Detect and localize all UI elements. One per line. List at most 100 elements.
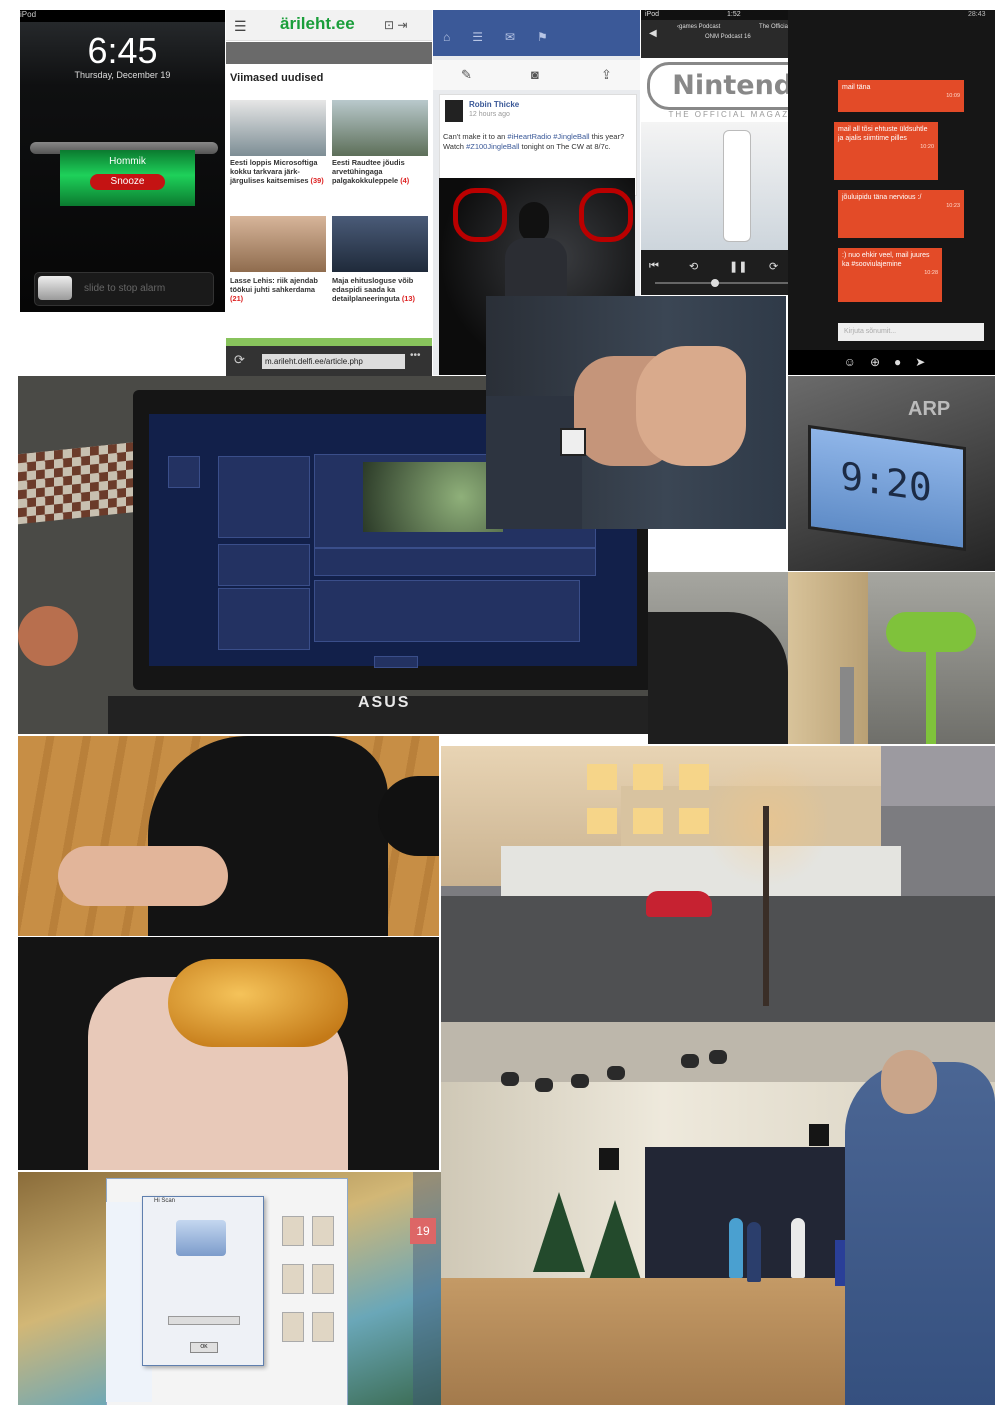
article-thumbnail[interactable] [332,100,428,156]
header-icons[interactable]: ⊡ ⇥ [384,18,407,32]
device-label: iPod [20,10,37,19]
options-panel [218,588,310,650]
chat-screenshot: 28:43 mail täna 10:09 mail all tõsi ehtu… [788,10,995,375]
post-hashtags[interactable]: #iHeartRadio #JingleBall [507,132,589,141]
sleeve-cuff [486,396,582,529]
chat-bubble[interactable]: mail täna 10:09 [838,80,964,112]
pause-icon[interactable]: ❚❚ [729,260,747,273]
app-button[interactable] [374,656,418,668]
person [729,1218,743,1278]
article-thumbnail[interactable] [332,216,428,272]
refresh-icon[interactable]: ⟳ [234,352,245,368]
file-thumbnail[interactable] [282,1216,304,1246]
top-banner [226,42,432,64]
rewind-icon[interactable]: ⟲ [689,260,698,273]
back-arrow-icon[interactable]: ◀ [649,28,657,39]
post-text-end: tonight on The CW at 8/7c. [519,142,611,151]
red-car [646,891,712,917]
message-time: 10:28 [924,270,938,276]
progress-thumb[interactable] [711,279,719,287]
url-field[interactable]: m.arileht.delfi.ee/article.php [262,354,405,369]
section-title: Viimased uudised [230,72,324,84]
speaker [809,1124,829,1146]
file-thumbnail[interactable] [312,1312,334,1342]
comment-count: (21) [230,294,244,303]
snooze-button[interactable]: Snooze [90,174,165,190]
message-time: 10:20 [920,144,934,150]
checkerboard [18,441,138,525]
file-thumbnail[interactable] [312,1264,334,1294]
fist-bump-photo [486,296,786,529]
attach-icon[interactable]: ⊕ [870,355,894,369]
right-fist [636,346,746,466]
slider-knob-arrow-icon[interactable] [38,276,72,300]
file-thumbnail[interactable] [282,1312,304,1342]
calendar-gadget[interactable]: 19 [410,1218,436,1244]
speaker [599,1148,619,1170]
news-logo[interactable]: ärileht.ee [280,14,355,34]
stage-light [535,1078,553,1092]
wood-block [788,572,868,744]
lit-window [633,764,663,790]
fb-nav-icons[interactable]: ⌂☰✉⚑ [443,30,570,44]
performer-head [519,202,549,242]
app-icon-panel [168,456,200,488]
article-thumbnail[interactable] [230,216,326,272]
person [747,1222,761,1282]
gadget-sidebar [413,1172,441,1405]
laptop-brand: ASUS [358,694,411,711]
clock-brand: ARP [908,398,951,420]
article-title[interactable]: Eesti Raudtee jõudis arvetühingaga palga… [332,158,428,185]
tab-games-podcast[interactable]: ‹games Podcast [677,24,720,30]
previous-icon[interactable]: ⏮ [649,260,659,273]
chat-bubble[interactable]: jõuluipidu täna nervious :/ 10:23 [838,190,964,238]
mic-icon[interactable]: ● [894,355,915,369]
post-hashtag[interactable]: #Z100JingleBall [466,142,519,151]
compose-icon[interactable]: ✎ [461,67,472,83]
post-author[interactable]: Robin Thicke [469,100,519,109]
alarm-clock-photo: ARP 9:20 [788,376,995,571]
logo-mark-left [453,188,507,242]
status-time: 1:52 [727,11,741,18]
forward-icon[interactable]: ⟳ [769,260,778,273]
hand [58,846,228,906]
status-bar: iPod [20,10,225,22]
output-panel [314,580,580,642]
article-thumbnail[interactable] [230,100,326,156]
camera-icon[interactable]: ◙ [531,67,539,82]
man-head [881,1050,937,1114]
lit-window [587,764,617,790]
article-title[interactable]: Lasse Lehis: riik ajendab töökui juhti s… [230,276,326,303]
more-icon[interactable]: ••• [410,350,421,361]
url-panel [314,548,596,576]
menu-icon[interactable]: ☰ [234,18,247,35]
send-icon[interactable]: ➤ [915,355,939,369]
lock-screen-photo: iPod 6:45 Thursday, December 19 Hommik S… [20,10,225,312]
file-thumbnail[interactable] [312,1216,334,1246]
chat-bubble[interactable]: :) nuo ehkir veel, mail juures ka #soovi… [838,248,942,302]
message-text: :) nuo ehkir veel, mail juures ka #soovi… [842,252,930,268]
hand [18,606,78,666]
chat-bottom-bar: ☺⊕●➤ [788,350,995,375]
message-input[interactable]: Kirjuta sõnumit... [838,323,984,341]
person [791,1218,805,1278]
episode-title: ONM Podcast 16 [705,34,751,40]
file-thumbnail[interactable] [282,1264,304,1294]
message-text: jõuluipidu täna nervious :/ [842,194,922,201]
seated-man [845,1062,995,1405]
article-title[interactable]: Maja ehitusloguse võib edaspidi saada ka… [332,276,428,303]
bun-photo [18,937,439,1170]
comment-count: (13) [401,294,415,303]
article-title[interactable]: Eesti loppis Microsoftiga kokku tarkvara… [230,158,326,185]
wii-remote [723,130,751,242]
shoe-lacing-photo [18,736,439,936]
checkin-icon[interactable]: ⇪ [601,67,612,83]
news-site-screenshot: ☰ ärileht.ee ⊡ ⇥ Viimased uudised Eesti … [226,10,432,377]
dark-object [648,612,788,744]
chat-bubble[interactable]: mail all tõsi ehtuste üldsuhtle ja ajali… [834,122,938,180]
ok-button[interactable]: OK [190,1342,218,1353]
device-label: iPod [645,11,660,18]
article-title-text: Eesti loppis Microsoftiga kokku tarkvara… [230,158,318,185]
avatar[interactable] [445,100,463,122]
emoji-icon[interactable]: ☺ [844,355,870,369]
